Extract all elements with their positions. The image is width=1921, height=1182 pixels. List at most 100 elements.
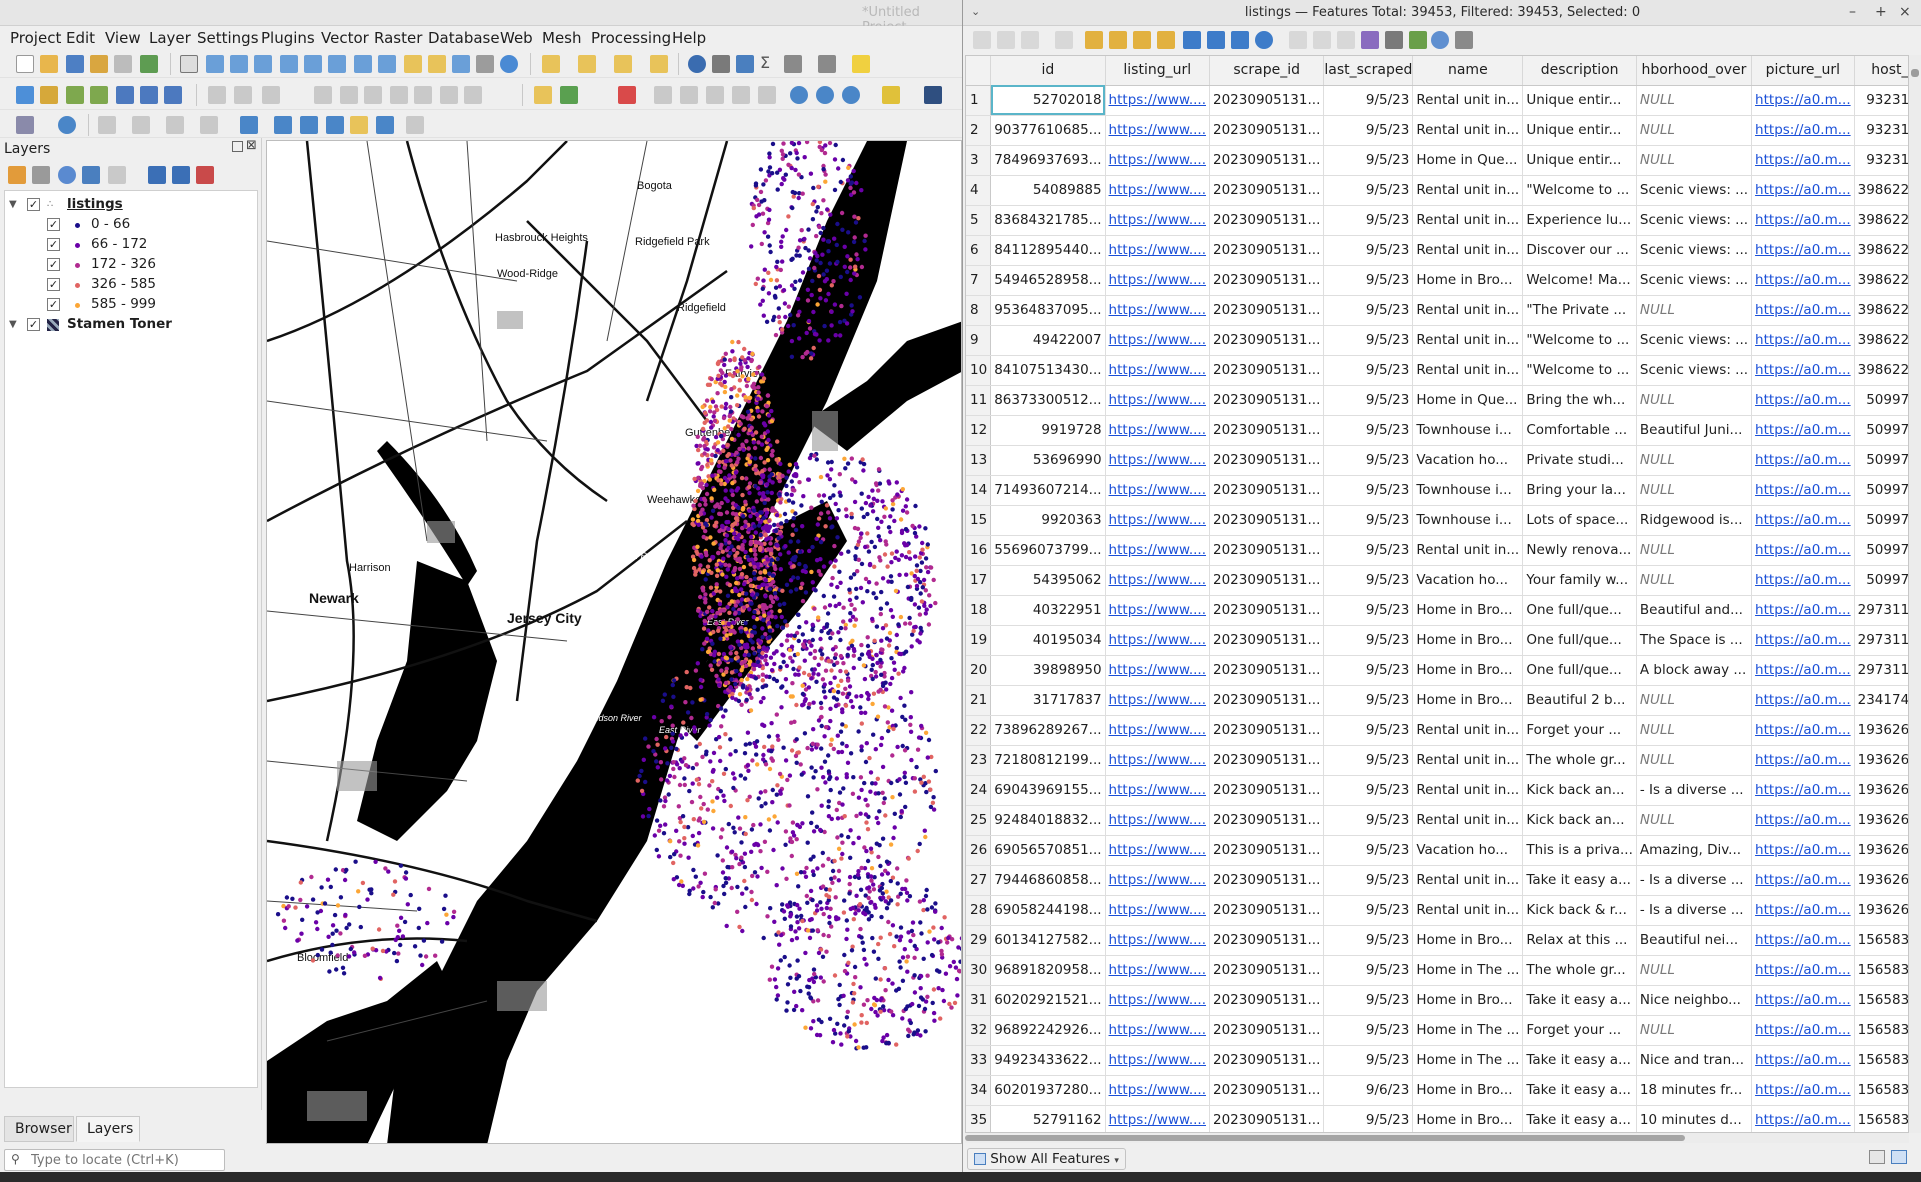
table-cell[interactable]: 193626078 xyxy=(1854,745,1908,776)
table-cell[interactable]: 20230905131... xyxy=(1209,505,1325,536)
table-cell[interactable]: https://www.... xyxy=(1105,295,1211,326)
manage-visibility-icon[interactable] xyxy=(58,166,76,184)
table-cell[interactable]: Rental unit in... xyxy=(1412,355,1524,386)
style-manager-icon[interactable] xyxy=(140,55,158,73)
filter-select-icon[interactable] xyxy=(1183,31,1201,49)
row-number[interactable]: 22 xyxy=(966,715,992,746)
table-cell[interactable]: 9/5/23 xyxy=(1323,205,1414,236)
table-cell[interactable]: 9/5/23 xyxy=(1323,865,1414,896)
table-row[interactable]: 28 69058244198... https://www.... 202309051… xyxy=(966,895,1908,926)
open-project-icon[interactable] xyxy=(40,55,58,73)
table-cell[interactable]: Take it easy a... xyxy=(1522,1045,1637,1076)
table-cell[interactable]: Home in Bro... xyxy=(1412,1075,1524,1106)
column-header[interactable]: host_id xyxy=(1854,56,1908,86)
table-row[interactable]: 13 53696990 https://www.... 20230905131... 9… xyxy=(966,445,1908,476)
add-group-icon[interactable] xyxy=(32,166,50,184)
table-cell[interactable]: 94923433622... xyxy=(990,1045,1106,1076)
table-cell[interactable]: Nice and tran... xyxy=(1636,1045,1753,1076)
row-number[interactable]: 20 xyxy=(966,655,992,686)
table-cell[interactable]: https://a0.m... xyxy=(1751,145,1855,176)
legend-class-row[interactable]: ✓ 585 - 999 xyxy=(5,295,255,315)
table-cell[interactable]: https://a0.m... xyxy=(1751,865,1855,896)
table-cell[interactable]: https://www.... xyxy=(1105,445,1211,476)
table-cell[interactable]: https://www.... xyxy=(1105,1045,1211,1076)
text-tool-icon[interactable] xyxy=(406,116,424,134)
table-cell[interactable]: NULL xyxy=(1636,85,1753,116)
copy-features-icon[interactable] xyxy=(390,86,408,104)
table-cell[interactable]: 156583372 xyxy=(1854,925,1908,956)
table-cell[interactable]: 52702018 xyxy=(990,85,1106,116)
table-cell[interactable]: Rental unit in... xyxy=(1412,805,1524,836)
locator-bar[interactable]: ⚲ xyxy=(4,1149,225,1171)
table-cell[interactable]: NULL xyxy=(1636,805,1753,836)
close-icon[interactable]: × xyxy=(1899,4,1911,20)
table-cell[interactable]: https://a0.m... xyxy=(1751,625,1855,656)
table-cell[interactable]: https://www.... xyxy=(1105,1015,1211,1046)
copy-rows-icon[interactable] xyxy=(1289,31,1307,49)
table-view-icon[interactable] xyxy=(1891,1150,1907,1164)
table-cell[interactable]: 20230905131... xyxy=(1209,1015,1325,1046)
tab-layers[interactable]: Layers xyxy=(76,1116,140,1142)
table-cell[interactable]: 398622781 xyxy=(1854,175,1908,206)
table-row[interactable]: 9 49422007 https://www.... 20230905131... 9/… xyxy=(966,325,1908,356)
row-number[interactable]: 28 xyxy=(966,895,992,926)
table-cell[interactable]: 9920363 xyxy=(990,505,1106,536)
table-cell[interactable]: A block away ... xyxy=(1636,655,1753,686)
zoom-selection-icon[interactable] xyxy=(304,55,322,73)
table-cell[interactable]: 234174616 xyxy=(1854,685,1908,716)
row-number[interactable]: 34 xyxy=(966,1075,992,1106)
table-row[interactable]: 24 69043969155... https://www.... 202309051… xyxy=(966,775,1908,806)
table-cell[interactable]: https://a0.m... xyxy=(1751,535,1855,566)
filter-expression-icon[interactable] xyxy=(108,166,126,184)
table-cell[interactable]: 20230905131... xyxy=(1209,685,1325,716)
table-cell[interactable]: 20230905131... xyxy=(1209,115,1325,146)
layer-row-listings[interactable]: ▼ ✓ ∴ listings xyxy=(5,195,255,215)
table-row[interactable]: 23 72180812199... https://www.... 202309051… xyxy=(966,745,1908,776)
table-cell[interactable]: 297311545 xyxy=(1854,625,1908,656)
table-cell[interactable]: 20230905131... xyxy=(1209,355,1325,386)
table-cell[interactable]: 398622781 xyxy=(1854,355,1908,386)
add-spatialite-icon[interactable] xyxy=(140,86,158,104)
table-cell[interactable]: 69043969155... xyxy=(990,775,1106,806)
dock-table-icon[interactable] xyxy=(1455,31,1473,49)
table-cell[interactable]: 20230905131... xyxy=(1209,985,1325,1016)
table-cell[interactable]: 20230905131... xyxy=(1209,325,1325,356)
table-cell[interactable]: 20230905131... xyxy=(1209,145,1325,176)
table-cell[interactable]: Bring your la... xyxy=(1522,475,1637,506)
table-row[interactable]: 22 73896289267... https://www.... 202309051… xyxy=(966,715,1908,746)
zoom-map-icon[interactable] xyxy=(790,86,808,104)
data-source-manager-icon[interactable] xyxy=(16,86,34,104)
table-cell[interactable]: "Welcome to ... xyxy=(1522,325,1637,356)
select-features-icon[interactable] xyxy=(542,55,560,73)
table-cell[interactable]: Home in Bro... xyxy=(1412,925,1524,956)
table-row[interactable]: 2 90377610685... https://www.... 2023090513… xyxy=(966,115,1908,146)
table-cell[interactable]: Rental unit in... xyxy=(1412,205,1524,236)
table-cell[interactable]: https://www.... xyxy=(1105,565,1211,596)
table-row[interactable]: 12 9919728 https://www.... 20230905131... 9/… xyxy=(966,415,1908,446)
table-cell[interactable]: https://a0.m... xyxy=(1751,115,1855,146)
table-cell[interactable]: 9/5/23 xyxy=(1323,925,1414,956)
table-cell[interactable]: https://www.... xyxy=(1105,415,1211,446)
table-row[interactable]: 5 83684321785... https://www.... 2023090513… xyxy=(966,205,1908,236)
table-cell[interactable]: NULL xyxy=(1636,565,1753,596)
table-cell[interactable]: 52791162 xyxy=(990,1105,1106,1132)
table-cell[interactable]: 20230905131... xyxy=(1209,535,1325,566)
row-number[interactable]: 21 xyxy=(966,685,992,716)
row-number[interactable]: 7 xyxy=(966,265,992,296)
pan-map-icon[interactable] xyxy=(180,55,198,73)
table-cell[interactable]: https://a0.m... xyxy=(1751,685,1855,716)
zoom-layer-icon[interactable] xyxy=(328,55,346,73)
table-cell[interactable]: Kick back an... xyxy=(1522,775,1637,806)
table-cell[interactable]: 92484018832... xyxy=(990,805,1106,836)
table-cell[interactable]: 20230905131... xyxy=(1209,865,1325,896)
table-cell[interactable]: https://a0.m... xyxy=(1751,715,1855,746)
close-panel-icon[interactable]: ⊠ xyxy=(246,138,257,153)
table-cell[interactable]: 9/5/23 xyxy=(1323,325,1414,356)
table-cell[interactable]: Rental unit in... xyxy=(1412,745,1524,776)
menu-help[interactable]: Help xyxy=(672,29,706,47)
clock-icon[interactable] xyxy=(476,55,494,73)
row-number[interactable]: 19 xyxy=(966,625,992,656)
table-row[interactable]: 14 71493607214... https://www.... 202309051… xyxy=(966,475,1908,506)
menu-edit[interactable]: Edit xyxy=(66,29,95,47)
table-cell[interactable]: Townhouse i... xyxy=(1412,415,1524,446)
